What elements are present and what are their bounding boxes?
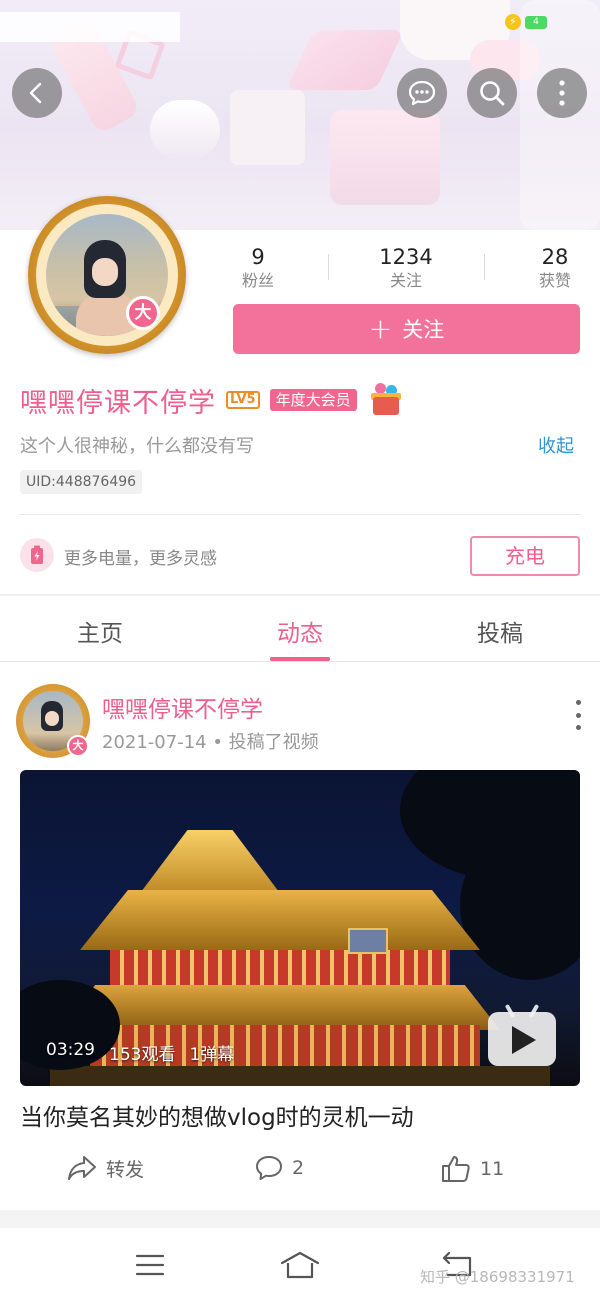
- banner-decoration: [330, 110, 440, 205]
- divider: [20, 514, 580, 515]
- search-icon: [480, 81, 505, 106]
- message-button[interactable]: [397, 68, 447, 118]
- comment-icon: [256, 1156, 282, 1180]
- banner-decoration: [286, 30, 404, 90]
- stat-fans[interactable]: 9 粉丝: [213, 244, 303, 292]
- uid-label: UID:448876496: [20, 470, 143, 494]
- chat-bubble-icon: [408, 80, 436, 106]
- nav-menu-button[interactable]: [130, 1248, 170, 1282]
- stat-divider: [484, 254, 485, 280]
- charge-button[interactable]: 充电: [470, 536, 580, 576]
- post-more-icon[interactable]: [566, 700, 590, 730]
- play-icon[interactable]: [488, 1003, 558, 1066]
- name-row: 嘿嘿停课不停学 LV5 年度大会员: [20, 380, 403, 420]
- stat-value: 28: [541, 245, 569, 269]
- home-icon: [280, 1251, 320, 1279]
- charging-bolt-icon: ⚡: [505, 14, 521, 30]
- stat-label: 粉丝: [241, 271, 274, 290]
- tab-home[interactable]: 主页: [40, 614, 160, 648]
- profile-screen: ⚡ 4 大 9 粉丝 1234 关注 28 获赞 + 关注 嘿嘿停课不停学 LV…: [0, 0, 600, 1300]
- video-duration: 03:29: [46, 1040, 95, 1060]
- video-scenery: [135, 830, 285, 900]
- stat-label: 获赞: [538, 271, 571, 290]
- stat-label: 关注: [389, 271, 422, 290]
- like-button[interactable]: 11: [440, 1154, 504, 1184]
- comment-count: 2: [292, 1157, 305, 1179]
- system-nav-bar: [0, 1228, 600, 1300]
- profile-tabs: 主页 动态 投稿: [0, 596, 600, 662]
- bio-text: 这个人很神秘，什么都没有写: [20, 436, 254, 457]
- battery-icon: 4: [525, 15, 547, 29]
- avatar[interactable]: [28, 196, 186, 354]
- stat-following[interactable]: 1234 关注: [361, 244, 451, 292]
- plus-icon: +: [368, 312, 393, 345]
- video-scenery: [110, 950, 450, 990]
- status-bar-strip: [0, 12, 180, 42]
- stat-value: 9: [251, 245, 265, 269]
- video-scenery: [50, 1066, 550, 1086]
- active-tab-indicator: [270, 657, 330, 661]
- gift-icon[interactable]: [369, 383, 403, 417]
- battery-indicator: ⚡ 4: [505, 14, 547, 30]
- follow-label: 关注: [402, 318, 445, 342]
- video-thumbnail[interactable]: 03:29 153观看 1弹幕: [20, 770, 580, 1086]
- back-button[interactable]: [12, 68, 62, 118]
- more-vertical-icon: [559, 80, 565, 106]
- charge-row: 更多电量，更多灵感 充电: [20, 536, 580, 576]
- nav-home-button[interactable]: [280, 1248, 320, 1282]
- comment-button[interactable]: 2: [254, 1154, 304, 1182]
- video-views: 153观看: [109, 1045, 176, 1065]
- video-stats: 03:29 153观看 1弹幕: [46, 1040, 234, 1065]
- charge-text: 更多电量，更多灵感: [64, 549, 217, 569]
- follow-button[interactable]: + 关注: [233, 304, 580, 354]
- post-meta: 2021-07-14 • 投稿了视频: [102, 732, 319, 753]
- share-button[interactable]: 转发: [66, 1154, 144, 1182]
- collapse-link[interactable]: 收起: [538, 432, 574, 458]
- tab-dynamics[interactable]: 动态: [240, 614, 360, 648]
- menu-icon: [135, 1254, 165, 1276]
- back-arrow-icon: [29, 82, 42, 104]
- video-scenery: [80, 890, 480, 950]
- vip-badge[interactable]: 年度大会员: [269, 389, 357, 411]
- avatar-badge: 大: [126, 296, 160, 330]
- post-actions: 转发 2 11: [0, 1150, 600, 1190]
- search-button[interactable]: [467, 68, 517, 118]
- post-author-avatar[interactable]: 大: [16, 684, 90, 758]
- like-count: 11: [480, 1158, 505, 1180]
- post-avatar-badge: 大: [67, 735, 89, 757]
- section-divider: [0, 1210, 600, 1228]
- post-title[interactable]: 当你莫名其妙的想做vlog时的灵机一动: [20, 1098, 414, 1132]
- video-danmaku: 1弹幕: [189, 1045, 235, 1065]
- battery-charge-icon: [20, 538, 54, 572]
- banner-decoration: [230, 90, 305, 165]
- post-author-name[interactable]: 嘿嘿停课不停学: [102, 690, 263, 724]
- thumbs-up-icon: [442, 1156, 470, 1182]
- stat-likes[interactable]: 28 获赞: [510, 244, 600, 292]
- banner-decoration: [150, 100, 220, 160]
- watermark: 知乎 @18698331971: [420, 1268, 575, 1286]
- profile-stats: 9 粉丝 1234 关注 28 获赞: [220, 244, 590, 294]
- share-label: 转发: [106, 1158, 145, 1181]
- stat-divider: [328, 254, 329, 280]
- share-icon: [68, 1156, 96, 1180]
- more-options-button[interactable]: [537, 68, 587, 118]
- video-scenery: [60, 985, 500, 1030]
- user-name: 嘿嘿停课不停学: [20, 387, 216, 419]
- stat-value: 1234: [379, 245, 433, 269]
- tab-uploads[interactable]: 投稿: [440, 614, 560, 648]
- video-scenery: [348, 928, 388, 954]
- level-badge: LV5: [226, 391, 260, 409]
